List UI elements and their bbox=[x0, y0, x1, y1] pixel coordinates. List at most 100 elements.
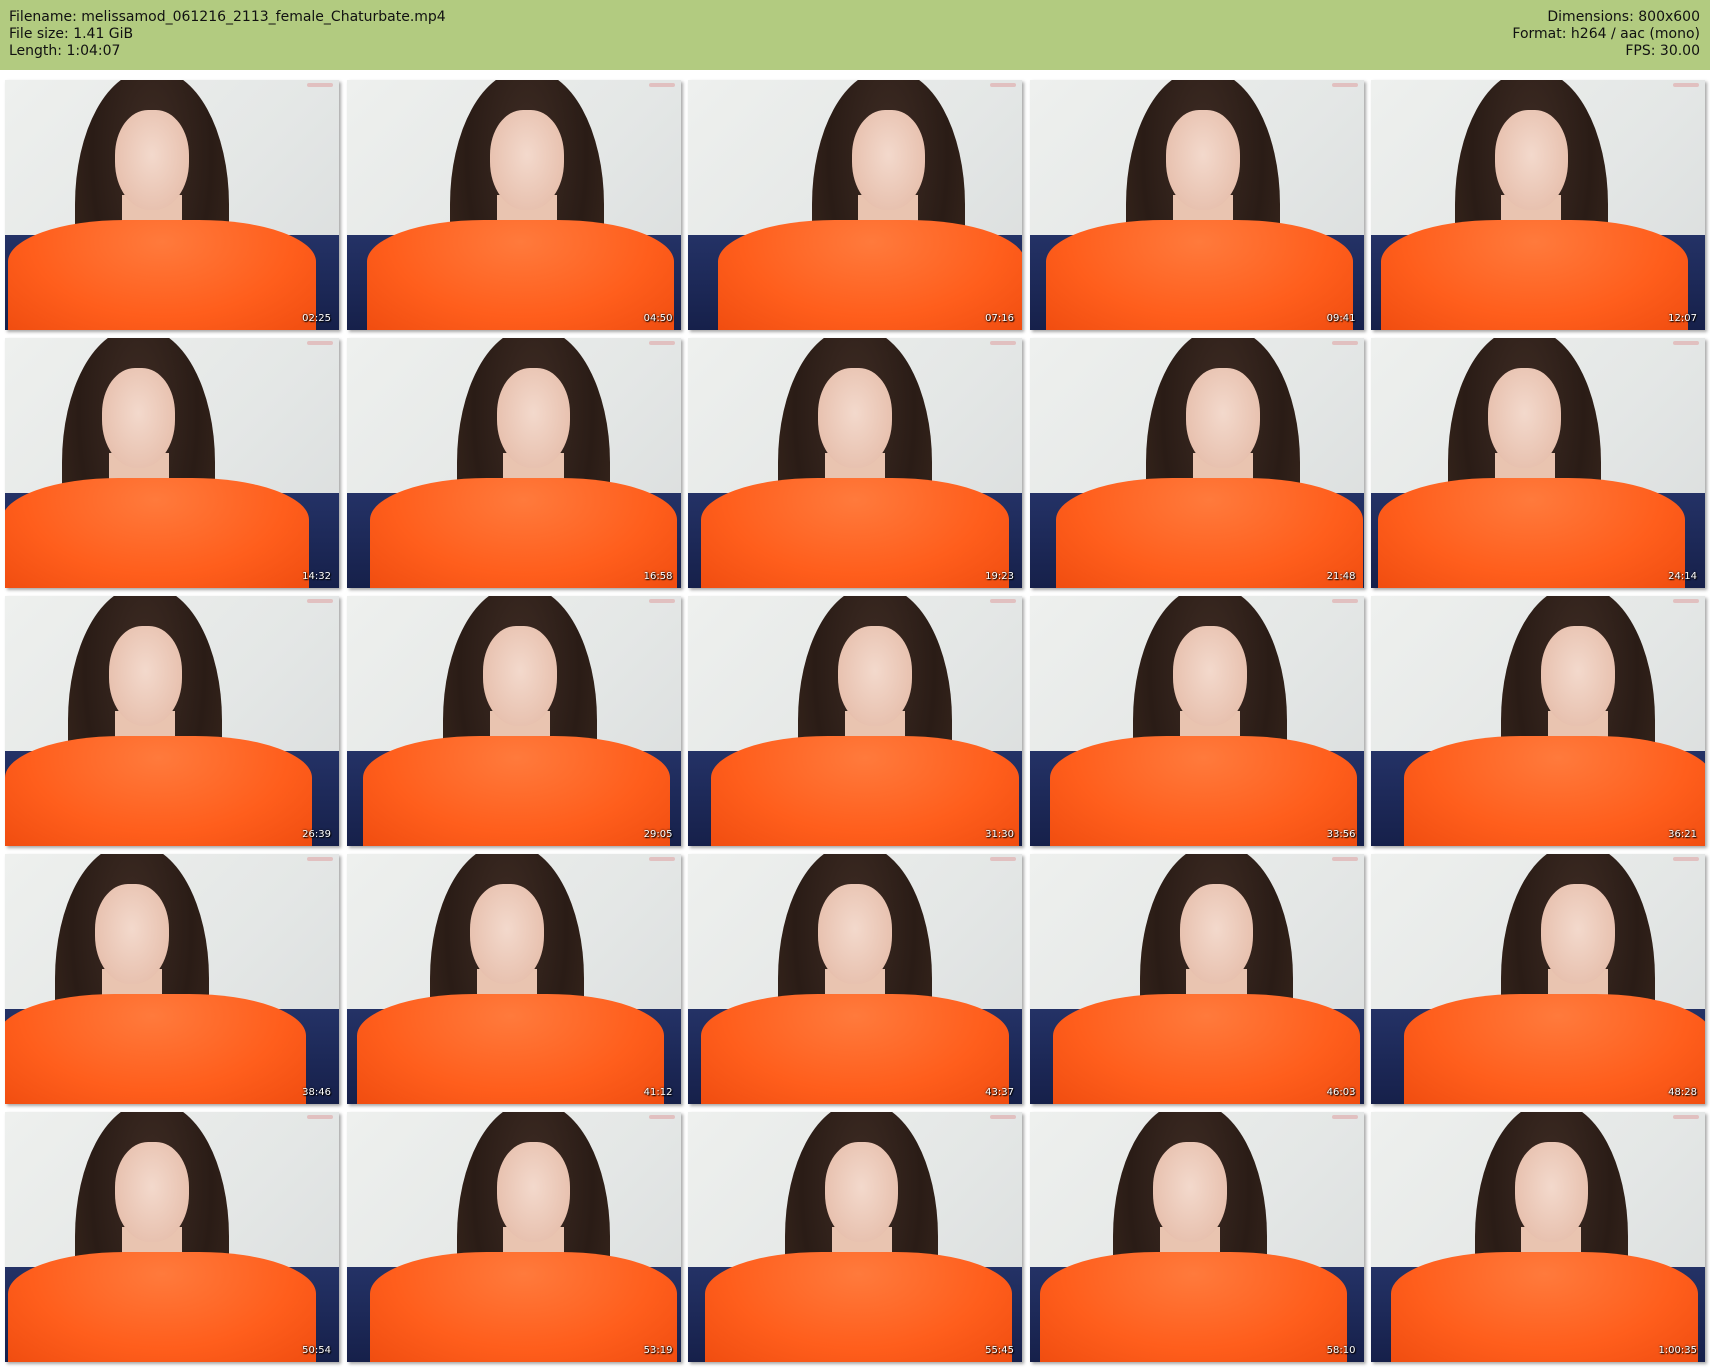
video-thumbnail[interactable]: 24:14 bbox=[1371, 338, 1705, 588]
face-shape bbox=[1541, 884, 1615, 984]
timestamp-label: 36:21 bbox=[1668, 829, 1697, 840]
face-shape bbox=[1179, 884, 1254, 984]
watermark bbox=[648, 341, 675, 345]
timestamp-label: 55:45 bbox=[985, 1345, 1014, 1356]
watermark bbox=[648, 83, 675, 87]
watermark bbox=[1673, 857, 1699, 861]
video-thumbnail[interactable]: 1:00:35 bbox=[1371, 1112, 1705, 1362]
watermark bbox=[307, 857, 333, 861]
video-thumbnail[interactable]: 46:03 bbox=[1029, 854, 1364, 1104]
format-text: Format: h264 / aac (mono) bbox=[1512, 26, 1700, 42]
timestamp-label: 04:50 bbox=[643, 313, 673, 324]
video-thumbnail[interactable]: 26:39 bbox=[5, 596, 339, 846]
shirt-shape bbox=[1391, 1252, 1699, 1362]
watermark bbox=[990, 1115, 1016, 1119]
video-thumbnail[interactable]: 21:48 bbox=[1029, 338, 1364, 588]
thumbnail-grid: 02:25 04:50 07:16 09:41 12:07 14:32 16:58 19:23… bbox=[5, 80, 1705, 1362]
timestamp-label: 16:58 bbox=[643, 571, 673, 582]
face-shape bbox=[95, 884, 169, 984]
watermark bbox=[648, 599, 675, 603]
timestamp-label: 14:32 bbox=[302, 571, 331, 582]
face-shape bbox=[1541, 626, 1615, 726]
watermark bbox=[1331, 83, 1358, 87]
video-thumbnail[interactable]: 41:12 bbox=[346, 854, 681, 1104]
video-thumbnail[interactable]: 55:45 bbox=[688, 1112, 1022, 1362]
watermark bbox=[307, 83, 333, 87]
shirt-shape bbox=[1056, 478, 1364, 588]
timestamp-label: 46:03 bbox=[1326, 1087, 1356, 1098]
face-shape bbox=[838, 626, 912, 726]
video-thumbnail[interactable]: 58:10 bbox=[1029, 1112, 1364, 1362]
timestamp-label: 48:28 bbox=[1668, 1087, 1697, 1098]
file-info: Filename: melissamod_061216_2113_female_… bbox=[9, 9, 446, 60]
face-shape bbox=[496, 1142, 571, 1242]
watermark bbox=[307, 1115, 333, 1119]
info-header: Filename: melissamod_061216_2113_female_… bbox=[0, 0, 1710, 70]
timestamp-label: 53:19 bbox=[643, 1345, 673, 1356]
video-thumbnail[interactable]: 36:21 bbox=[1371, 596, 1705, 846]
shirt-shape bbox=[701, 478, 1009, 588]
timestamp-label: 50:54 bbox=[302, 1345, 331, 1356]
watermark bbox=[990, 83, 1016, 87]
watermark bbox=[1673, 1115, 1699, 1119]
video-info: Dimensions: 800x600 Format: h264 / aac (… bbox=[1512, 9, 1700, 60]
watermark bbox=[648, 1115, 675, 1119]
video-thumbnail[interactable]: 09:41 bbox=[1029, 80, 1364, 330]
timestamp-label: 09:41 bbox=[1326, 313, 1356, 324]
watermark bbox=[1673, 341, 1699, 345]
face-shape bbox=[1487, 368, 1562, 468]
face-shape bbox=[818, 884, 892, 984]
timestamp-label: 33:56 bbox=[1326, 829, 1356, 840]
video-thumbnail[interactable]: 38:46 bbox=[5, 854, 339, 1104]
fps-text: FPS: 30.00 bbox=[1625, 43, 1700, 59]
face-shape bbox=[824, 1142, 899, 1242]
video-thumbnail[interactable]: 29:05 bbox=[346, 596, 681, 846]
timestamp-label: 19:23 bbox=[985, 571, 1014, 582]
shirt-shape bbox=[711, 736, 1019, 846]
video-thumbnail[interactable]: 31:30 bbox=[688, 596, 1022, 846]
face-shape bbox=[490, 110, 564, 210]
timestamp-label: 21:48 bbox=[1326, 571, 1356, 582]
watermark bbox=[307, 341, 333, 345]
video-thumbnail[interactable]: 43:37 bbox=[688, 854, 1022, 1104]
shirt-shape bbox=[363, 736, 671, 846]
video-thumbnail[interactable]: 07:16 bbox=[688, 80, 1022, 330]
watermark bbox=[1331, 857, 1358, 861]
timestamp-label: 29:05 bbox=[643, 829, 673, 840]
shirt-shape bbox=[1381, 220, 1689, 330]
watermark bbox=[1673, 83, 1699, 87]
shirt-shape bbox=[1049, 736, 1357, 846]
watermark bbox=[1331, 599, 1358, 603]
video-thumbnail[interactable]: 53:19 bbox=[346, 1112, 681, 1362]
timestamp-label: 26:39 bbox=[302, 829, 331, 840]
video-thumbnail[interactable]: 48:28 bbox=[1371, 854, 1705, 1104]
video-thumbnail[interactable]: 04:50 bbox=[346, 80, 681, 330]
filesize-text: File size: 1.41 GiB bbox=[9, 26, 134, 42]
face-shape bbox=[1514, 1142, 1589, 1242]
video-thumbnail[interactable]: 02:25 bbox=[5, 80, 339, 330]
video-thumbnail[interactable]: 50:54 bbox=[5, 1112, 339, 1362]
watermark bbox=[1331, 1115, 1358, 1119]
shirt-shape bbox=[366, 220, 674, 330]
shirt-shape bbox=[701, 994, 1009, 1104]
shirt-shape bbox=[5, 994, 306, 1104]
shirt-shape bbox=[1039, 1252, 1347, 1362]
face-shape bbox=[496, 368, 571, 468]
video-thumbnail[interactable]: 12:07 bbox=[1371, 80, 1705, 330]
face-shape bbox=[483, 626, 557, 726]
length-text: Length: 1:04:07 bbox=[9, 43, 121, 59]
video-thumbnail[interactable]: 16:58 bbox=[346, 338, 681, 588]
face-shape bbox=[818, 368, 892, 468]
video-thumbnail[interactable]: 19:23 bbox=[688, 338, 1022, 588]
shirt-shape bbox=[704, 1252, 1012, 1362]
timestamp-label: 38:46 bbox=[302, 1087, 331, 1098]
face-shape bbox=[1166, 110, 1240, 210]
watermark bbox=[990, 857, 1016, 861]
video-thumbnail[interactable]: 33:56 bbox=[1029, 596, 1364, 846]
video-thumbnail[interactable]: 14:32 bbox=[5, 338, 339, 588]
timestamp-label: 1:00:35 bbox=[1658, 1345, 1697, 1356]
timestamp-label: 58:10 bbox=[1326, 1345, 1356, 1356]
face-shape bbox=[1153, 1142, 1227, 1242]
shirt-shape bbox=[1377, 478, 1685, 588]
shirt-shape bbox=[1404, 994, 1705, 1104]
